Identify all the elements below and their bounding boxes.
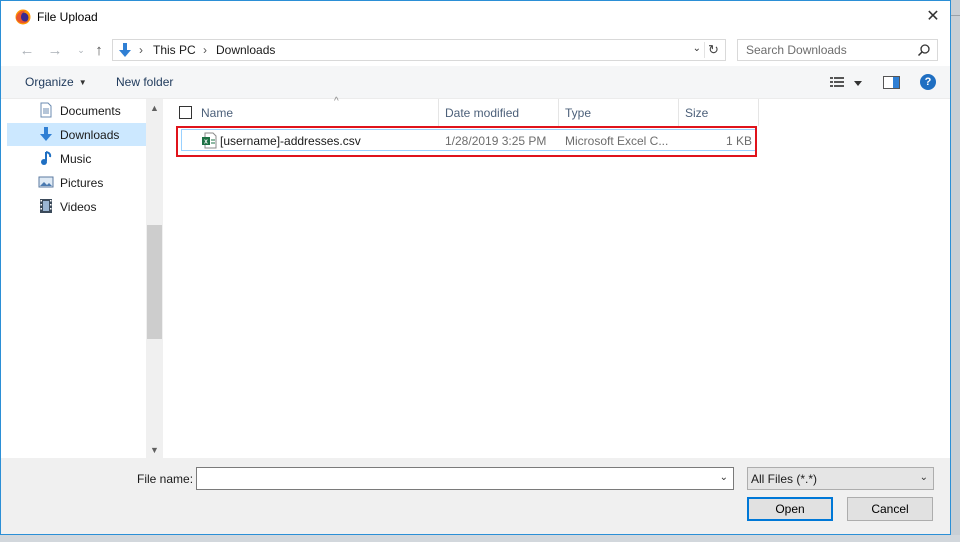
music-icon — [41, 151, 52, 165]
sidebar-item-label: Videos — [60, 199, 97, 214]
file-list-pane: ^ Name Date modified Type Size x [userna… — [164, 96, 950, 458]
title-bar: File Upload ✕ — [1, 1, 950, 32]
file-name-dropdown-icon[interactable]: ⌄ — [720, 472, 728, 483]
column-header-type[interactable]: Type — [559, 99, 679, 126]
column-header-label: Name — [201, 105, 234, 120]
navigation-pane: Documents Downloads Music Pictures Video… — [1, 99, 163, 458]
sort-ascending-icon: ^ — [334, 96, 339, 107]
select-all-checkbox[interactable] — [179, 106, 192, 119]
file-date-modified: 1/28/2019 3:25 PM — [445, 134, 547, 148]
videos-icon — [40, 199, 52, 213]
recent-dropdown-icon[interactable]: ⌄ — [72, 41, 90, 59]
file-name: [username]-addresses.csv — [220, 134, 361, 148]
new-folder-button[interactable]: New folder — [116, 75, 173, 89]
address-bar[interactable]: › This PC › Downloads ⌄ ↻ — [112, 39, 726, 61]
file-size: 1 KB — [725, 134, 752, 148]
column-header-size[interactable]: Size — [679, 99, 759, 126]
up-arrow-icon[interactable]: ↑ — [90, 41, 108, 59]
close-button[interactable]: ✕ — [920, 5, 946, 27]
chevron-down-icon: ⌄ — [919, 472, 928, 483]
help-icon[interactable]: ? — [920, 74, 936, 90]
organize-button[interactable]: Organize ▼ — [25, 75, 87, 89]
search-input[interactable]: Search Downloads — [737, 39, 938, 61]
forward-arrow-icon[interactable]: → — [46, 41, 64, 59]
address-history-dropdown-icon[interactable]: ⌄ — [693, 43, 701, 54]
svg-text:x: x — [204, 139, 208, 146]
sidebar-item-label: Pictures — [60, 175, 104, 190]
sidebar-scrollbar[interactable]: ▲ ▼ — [146, 99, 163, 458]
dialog-footer: File name: ⌄ All Files (*.*) ⌄ Open Canc… — [1, 458, 950, 534]
change-view-icon[interactable] — [830, 76, 864, 90]
caret-down-icon: ▼ — [78, 78, 87, 87]
column-header-date-modified[interactable]: Date modified — [439, 99, 559, 126]
open-button[interactable]: Open — [747, 497, 833, 521]
sidebar-item-label: Documents — [60, 103, 121, 118]
breadcrumb-separator: › — [139, 43, 143, 57]
sidebar-item-videos[interactable]: Videos — [7, 195, 146, 218]
column-header-name[interactable]: ^ Name — [194, 96, 439, 126]
breadcrumb-downloads[interactable]: Downloads — [216, 43, 275, 57]
dialog-title: File Upload — [37, 10, 98, 24]
scrollbar-thumb[interactable] — [147, 225, 162, 339]
preview-pane-icon[interactable] — [883, 76, 900, 89]
sidebar-item-label: Downloads — [60, 127, 120, 142]
breadcrumb-this-pc[interactable]: This PC — [153, 43, 196, 57]
file-row[interactable]: x [username]-addresses.csv 1/28/2019 3:2… — [181, 129, 757, 151]
file-type-filter-select[interactable]: All Files (*.*) ⌄ — [747, 467, 934, 490]
pictures-icon — [38, 176, 54, 188]
documents-icon — [40, 102, 52, 118]
organize-label: Organize — [25, 75, 74, 89]
file-type-filter-value: All Files (*.*) — [751, 472, 818, 486]
background-window-edge-bottom — [0, 535, 960, 542]
close-icon: ✕ — [926, 8, 940, 25]
navigation-bar: ← → ⌄ ↑ › This PC › Downloads ⌄ ↻ Search… — [1, 32, 950, 66]
search-icon[interactable] — [917, 43, 931, 57]
downloads-icon — [40, 127, 52, 141]
search-placeholder: Search Downloads — [746, 43, 847, 57]
file-type: Microsoft Excel C... — [565, 134, 669, 148]
excel-csv-icon: x — [202, 132, 217, 149]
sidebar-item-music[interactable]: Music — [7, 147, 146, 170]
file-name-input[interactable]: ⌄ — [196, 467, 734, 490]
command-toolbar: Organize ▼ New folder ? — [1, 66, 950, 99]
cancel-button[interactable]: Cancel — [847, 497, 933, 521]
refresh-icon[interactable]: ↻ — [704, 42, 722, 58]
file-upload-dialog: File Upload ✕ ← → ⌄ ↑ › This PC › Downlo… — [0, 0, 951, 535]
sidebar-item-downloads[interactable]: Downloads — [7, 123, 146, 146]
sidebar-item-documents[interactable]: Documents — [7, 99, 146, 122]
background-window-edge — [951, 0, 960, 542]
scroll-up-icon[interactable]: ▲ — [146, 99, 163, 116]
breadcrumb-separator: › — [203, 43, 207, 57]
sidebar-item-label: Music — [60, 151, 92, 166]
scroll-down-icon[interactable]: ▼ — [146, 441, 163, 458]
firefox-icon — [15, 9, 31, 25]
sidebar-item-pictures[interactable]: Pictures — [7, 171, 146, 194]
downloads-location-icon — [119, 43, 131, 57]
file-name-label: File name: — [137, 472, 194, 486]
back-arrow-icon[interactable]: ← — [18, 41, 36, 59]
